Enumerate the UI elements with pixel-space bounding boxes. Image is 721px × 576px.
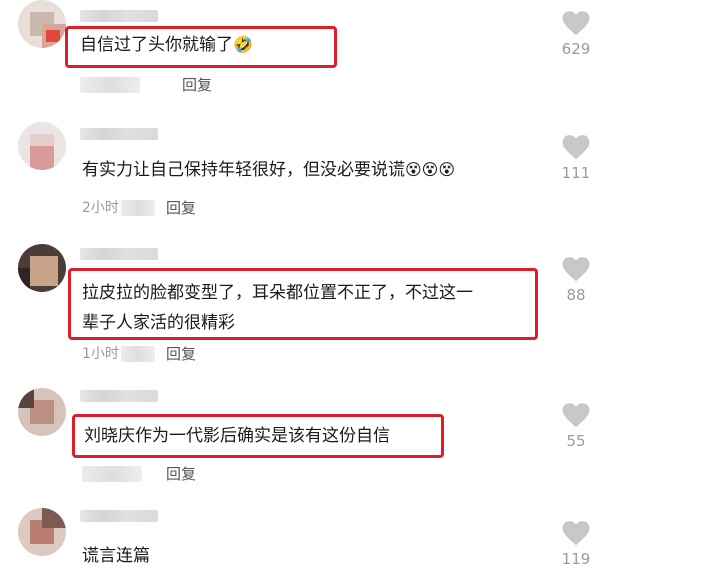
like-button[interactable]: 111 bbox=[546, 134, 606, 182]
heart-icon bbox=[562, 257, 590, 282]
comment-time: 1小时 bbox=[82, 344, 155, 364]
reply-button[interactable]: 回复 bbox=[166, 198, 196, 218]
like-count: 55 bbox=[566, 432, 586, 450]
avatar[interactable] bbox=[18, 388, 66, 436]
comment-time bbox=[82, 464, 142, 484]
reply-button[interactable]: 回复 bbox=[166, 344, 196, 364]
comment-item: 刘晓庆作为一代影后确实是该有这份自信 回复 55 bbox=[0, 386, 721, 496]
like-button[interactable]: 88 bbox=[546, 256, 606, 304]
heart-icon bbox=[562, 11, 590, 36]
comment-text: 谎言连篇 bbox=[82, 546, 150, 566]
heart-icon bbox=[562, 403, 590, 428]
comment-text: 有实力让自己保持年轻很好，但没必要说谎😵😵😵 bbox=[82, 156, 455, 184]
like-count: 111 bbox=[561, 164, 591, 182]
like-count: 119 bbox=[561, 550, 591, 568]
username[interactable] bbox=[80, 510, 158, 522]
heart-icon bbox=[562, 521, 590, 546]
highlight-box bbox=[72, 414, 444, 458]
avatar[interactable] bbox=[18, 122, 66, 170]
reply-button[interactable]: 回复 bbox=[166, 464, 196, 484]
avatar[interactable] bbox=[18, 508, 66, 556]
avatar[interactable] bbox=[18, 244, 66, 292]
avatar[interactable] bbox=[18, 0, 66, 48]
like-button[interactable]: 119 bbox=[546, 520, 606, 568]
username[interactable] bbox=[80, 128, 158, 140]
comment-item: 谎言连篇 119 bbox=[0, 504, 721, 576]
reply-button[interactable]: 回复 bbox=[182, 75, 212, 95]
comment-time bbox=[80, 75, 140, 95]
comment-item: 自信过了头你就输了🤣 回复 629 bbox=[0, 0, 721, 110]
emoji: 😵😵😵 bbox=[405, 160, 456, 179]
highlight-box bbox=[68, 268, 538, 340]
heart-icon bbox=[562, 135, 590, 160]
comment-item: 有实力让自己保持年轻很好，但没必要说谎😵😵😵 2小时 回复 111 bbox=[0, 118, 721, 228]
username[interactable] bbox=[80, 248, 158, 260]
highlight-box bbox=[65, 26, 337, 68]
comment-item: 拉皮拉的脸都变型了，耳朵都位置不正了，不过这一 辈子人家活的很精彩 1小时 回复… bbox=[0, 240, 721, 372]
like-button[interactable]: 55 bbox=[546, 402, 606, 450]
like-count: 88 bbox=[566, 286, 586, 304]
comment-time: 2小时 bbox=[82, 198, 155, 218]
username[interactable] bbox=[80, 390, 158, 402]
username[interactable] bbox=[80, 10, 158, 22]
like-button[interactable]: 629 bbox=[546, 10, 606, 58]
like-count: 629 bbox=[561, 40, 591, 58]
